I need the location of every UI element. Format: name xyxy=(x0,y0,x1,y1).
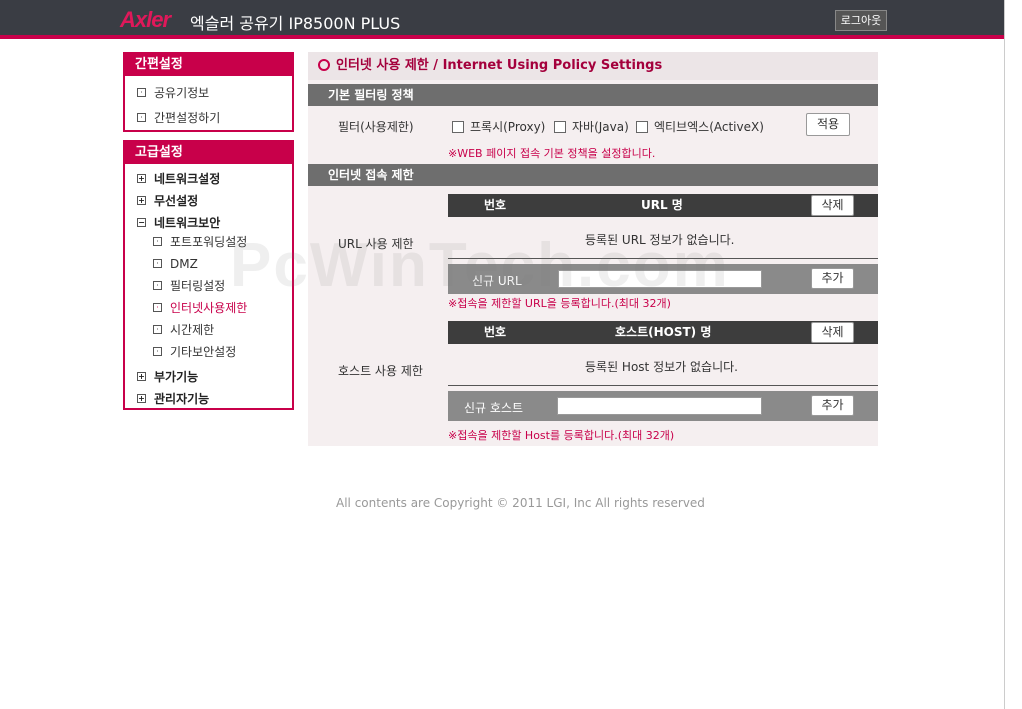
host-restriction-label: 호스트 사용 제한 xyxy=(338,364,423,378)
menu-item-dmz[interactable]: · DMZ xyxy=(153,256,198,272)
filter-option-label: 자바(Java) xyxy=(572,120,629,134)
square-bullet-icon: · xyxy=(153,325,162,334)
menu-item-filtering[interactable]: · 필터링설정 xyxy=(153,278,225,294)
filter-java-option[interactable]: 자바(Java) xyxy=(554,118,629,135)
apply-button[interactable]: 적용 xyxy=(806,113,850,136)
square-bullet-icon: · xyxy=(153,281,162,290)
host-add-button[interactable]: 추가 xyxy=(811,395,854,416)
top-header-bar: Axler 엑슬러 공유기 IP8500N PLUS 로그아웃 xyxy=(0,0,1004,39)
simple-settings-title: 간편설정 xyxy=(125,54,292,76)
menu-item-time-limit[interactable]: · 시간제한 xyxy=(153,322,214,338)
main-content-panel: 인터넷 사용 제한 / Internet Using Policy Settin… xyxy=(308,52,878,446)
square-bullet-icon: · xyxy=(137,113,146,122)
activex-checkbox[interactable] xyxy=(636,120,648,133)
menu-group-label: 부가기능 xyxy=(154,370,199,384)
menu-group-label: 네트워크보안 xyxy=(154,216,221,230)
host-empty-message: 등록된 Host 정보가 없습니다. xyxy=(585,360,738,374)
new-host-input[interactable] xyxy=(557,397,762,415)
menu-item-label: 인터넷사용제한 xyxy=(170,301,248,315)
advanced-settings-title: 고급설정 xyxy=(125,142,292,164)
url-col-number: 번호 xyxy=(484,198,507,212)
square-bullet-icon: · xyxy=(153,303,162,312)
menu-group-label: 관리자기능 xyxy=(154,392,210,406)
menu-item-label: 기타보안설정 xyxy=(170,345,237,359)
footer-copyright: All contents are Copyright © 2011 LGI, I… xyxy=(336,496,705,510)
java-checkbox[interactable] xyxy=(554,120,566,133)
host-col-name: 호스트(HOST) 명 xyxy=(615,325,712,339)
menu-item-label: 필터링설정 xyxy=(170,279,226,293)
simple-settings-menu: 간편설정 · 공유기정보 · 간편설정하기 xyxy=(123,52,294,132)
target-bullet-icon xyxy=(318,58,330,71)
menu-group-wireless[interactable]: + 무선설정 xyxy=(137,193,198,209)
brand-logo: Axler xyxy=(120,7,171,32)
menu-item-internet-restriction[interactable]: · 인터넷사용제한 xyxy=(153,300,247,316)
menu-group-extras[interactable]: + 부가기능 xyxy=(137,369,198,385)
basic-filter-section-header: 기본 필터링 정책 xyxy=(308,84,878,106)
product-name: 엑슬러 공유기 IP8500N PLUS xyxy=(190,14,401,33)
new-url-label: 신규 URL xyxy=(472,274,522,288)
menu-group-admin[interactable]: + 관리자기능 xyxy=(137,391,209,407)
url-col-name: URL 명 xyxy=(641,198,683,212)
menu-item-other-security[interactable]: · 기타보안설정 xyxy=(153,344,236,360)
url-delete-button[interactable]: 삭제 xyxy=(811,195,854,216)
expand-plus-icon: + xyxy=(137,372,146,381)
host-table-divider xyxy=(448,385,878,386)
menu-item-label: 간편설정하기 xyxy=(154,111,221,125)
menu-item-label: 포트포워딩설정 xyxy=(170,235,248,249)
url-add-button[interactable]: 추가 xyxy=(811,268,854,289)
menu-item-label: DMZ xyxy=(170,257,198,271)
new-url-input[interactable] xyxy=(558,270,762,288)
url-table-divider xyxy=(448,258,878,259)
square-bullet-icon: · xyxy=(153,237,162,246)
advanced-settings-menu: 고급설정 + 네트워크설정 + 무선설정 − 네트워크보안 · 포트포워딩설정 · DMZ… xyxy=(123,140,294,410)
basic-filter-note: ※WEB 페이지 접속 기본 정책을 설정합니다. xyxy=(448,147,656,160)
menu-group-label: 무선설정 xyxy=(154,194,199,208)
square-bullet-icon: · xyxy=(153,259,162,268)
menu-group-security[interactable]: − 네트워크보안 xyxy=(137,215,220,231)
menu-item-port-forwarding[interactable]: · 포트포워딩설정 xyxy=(153,234,247,250)
menu-group-label: 네트워크설정 xyxy=(154,172,221,186)
filter-label: 필터(사용제한) xyxy=(338,120,414,134)
url-restriction-label: URL 사용 제한 xyxy=(338,237,414,251)
filter-activex-option[interactable]: 엑티브엑스(ActiveX) xyxy=(636,118,764,135)
menu-item-router-info[interactable]: · 공유기정보 xyxy=(137,85,209,101)
menu-item-quick-setup[interactable]: · 간편설정하기 xyxy=(137,110,220,126)
collapse-minus-icon: − xyxy=(137,218,146,227)
host-note: ※접속을 제한할 Host를 등록합니다.(최대 32개) xyxy=(448,429,675,442)
host-col-number: 번호 xyxy=(484,325,507,339)
url-empty-message: 등록된 URL 정보가 없습니다. xyxy=(585,233,735,247)
expand-plus-icon: + xyxy=(137,394,146,403)
expand-plus-icon: + xyxy=(137,196,146,205)
square-bullet-icon: · xyxy=(153,347,162,356)
filter-option-label: 엑티브엑스(ActiveX) xyxy=(654,120,764,134)
new-host-label: 신규 호스트 xyxy=(464,401,524,415)
proxy-checkbox[interactable] xyxy=(452,120,464,133)
filter-proxy-option[interactable]: 프록시(Proxy) xyxy=(452,118,545,135)
url-note: ※접속을 제한할 URL을 등록합니다.(최대 32개) xyxy=(448,297,671,310)
expand-plus-icon: + xyxy=(137,174,146,183)
menu-item-label: 시간제한 xyxy=(170,323,215,337)
page-right-border xyxy=(1004,0,1005,709)
page-title: 인터넷 사용 제한 / Internet Using Policy Settin… xyxy=(308,52,878,80)
logout-button[interactable]: 로그아웃 xyxy=(835,10,887,31)
square-bullet-icon: · xyxy=(137,88,146,97)
menu-group-network[interactable]: + 네트워크설정 xyxy=(137,171,220,187)
filter-option-label: 프록시(Proxy) xyxy=(470,120,546,134)
page-title-text: 인터넷 사용 제한 / Internet Using Policy Settin… xyxy=(336,58,663,73)
host-delete-button[interactable]: 삭제 xyxy=(811,322,854,343)
menu-item-label: 공유기정보 xyxy=(154,86,210,100)
access-restriction-section-header: 인터넷 접속 제한 xyxy=(308,164,878,186)
